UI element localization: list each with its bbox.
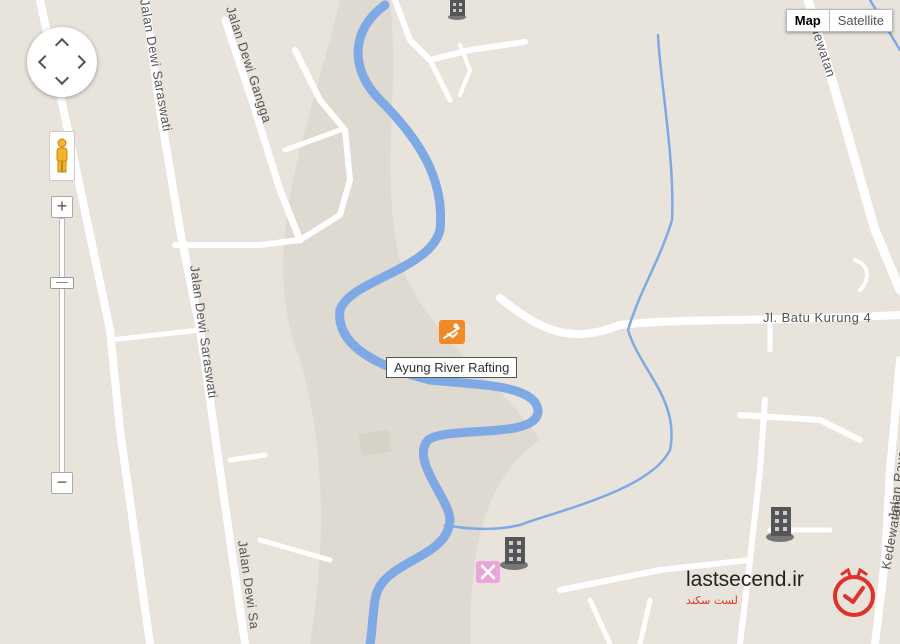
map-type-control: Map Satellite <box>785 9 893 32</box>
map-type-map-button[interactable]: Map <box>785 9 830 32</box>
valley-area <box>283 0 540 644</box>
watermark: lastsecend.ir لست سکند <box>686 568 804 607</box>
road-right-grid-2 <box>737 397 768 644</box>
map-tiles: Jalan Dewi Saraswati Jalan Dewi Gangga J… <box>36 0 900 644</box>
zoom-slider-handle[interactable] <box>50 277 74 289</box>
pan-up-icon[interactable] <box>54 37 70 53</box>
small-park <box>358 430 392 456</box>
pegman-figure <box>56 138 68 173</box>
road-right-grid-1 <box>737 412 863 443</box>
road-bottom-2 <box>587 597 613 644</box>
road-curl <box>853 258 869 292</box>
hotel-icon[interactable] <box>500 537 528 570</box>
watermark-logo-icon <box>833 568 875 617</box>
watermark-brand: lastsecend.ir <box>686 568 804 591</box>
road-label-saraswati-1: Jalan Dewi Saraswati <box>137 0 175 133</box>
pan-down-icon[interactable] <box>54 70 70 86</box>
pan-right-icon[interactable] <box>71 54 87 70</box>
road-gangga <box>221 16 304 244</box>
watermark-sub: لست سکند <box>686 594 738 607</box>
road-bottom-3 <box>637 597 653 644</box>
map-type-satellite-button[interactable]: Satellite <box>829 9 893 32</box>
road-top-cluster-2 <box>427 57 453 103</box>
road-lower-link <box>227 452 268 463</box>
map-canvas[interactable]: Jalan Dewi Saraswati Jalan Dewi Gangga J… <box>0 0 900 644</box>
hotel-icon[interactable] <box>448 0 466 20</box>
hotel-icon[interactable] <box>766 507 794 542</box>
road-lower-link-2 <box>257 537 333 563</box>
place-label[interactable]: Ayung River Rafting <box>386 357 518 378</box>
pan-control <box>27 27 97 97</box>
pan-left-icon[interactable] <box>37 54 53 70</box>
rafting-icon[interactable] <box>439 320 465 344</box>
zoom-in-button[interactable]: + <box>51 196 73 218</box>
restaurant-icon[interactable] <box>476 561 500 583</box>
zoom-out-button[interactable]: − <box>51 472 73 494</box>
road-label-batu-kurung: Jl. Batu Kurung 4 <box>763 310 871 325</box>
road-label-gangga: Jalan Dewi Gangga <box>223 4 275 125</box>
road-mid-link <box>107 327 203 343</box>
pegman-icon[interactable] <box>49 131 75 181</box>
zoom-slider-track[interactable] <box>59 218 65 474</box>
